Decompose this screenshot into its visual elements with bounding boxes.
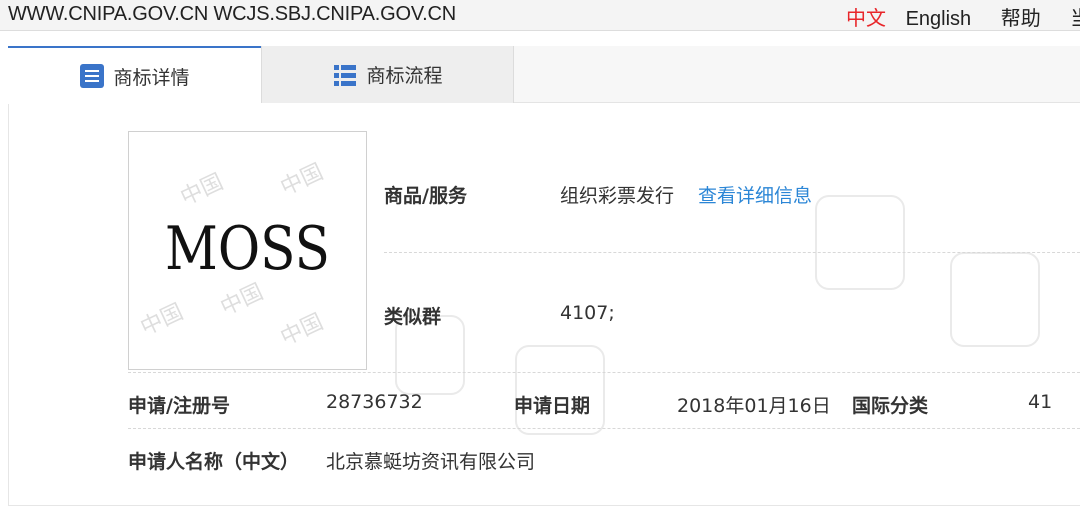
watermark-text: 中国 (276, 159, 328, 201)
top-bar: WWW.CNIPA.GOV.CN WCJS.SBJ.CNIPA.GOV.CN 中… (0, 0, 1080, 31)
row-divider (384, 252, 1080, 253)
view-details-link[interactable]: 查看详细信息 (698, 181, 812, 208)
watermark-text: 中国 (276, 309, 328, 351)
tab-label: 商标流程 (366, 65, 443, 87)
help-link[interactable]: 帮助 (1001, 2, 1041, 31)
reg-number-value: 28736732 (326, 391, 423, 413)
lang-chinese-link[interactable]: 中文 (846, 2, 886, 31)
bullet-list-icon (334, 64, 357, 86)
applicant-name-value: 北京慕蜓坊资讯有限公司 (326, 451, 536, 473)
top-links: 中文 English 帮助 当 (846, 2, 1080, 31)
lang-english-link[interactable]: English (906, 8, 972, 31)
watermark-stamp (950, 252, 1040, 347)
truncated-link[interactable]: 当 (1070, 2, 1080, 31)
reg-number-label: 申请/注册号 (128, 395, 230, 417)
row-divider (128, 428, 1080, 429)
intl-class-value: 41 (1028, 391, 1053, 413)
apply-date-label: 申请日期 (514, 395, 591, 417)
trademark-word: MOSS (165, 214, 330, 284)
applicant-name-label: 申请人名称（中文） (128, 451, 300, 473)
watermark-stamp (515, 345, 605, 435)
apply-date-value: 2018年01月16日 (677, 395, 831, 417)
similar-group-value: 4107; (560, 302, 615, 324)
goods-services-value: 组织彩票发行 (560, 185, 675, 207)
site-addresses[interactable]: WWW.CNIPA.GOV.CN WCJS.SBJ.CNIPA.GOV.CN (8, 3, 456, 26)
watermark-text: 中国 (136, 299, 188, 341)
trademark-image: 中国 中国 中国 中国 中国 MOSS (128, 131, 367, 370)
intl-class-label: 国际分类 (852, 395, 929, 417)
row-divider (128, 372, 1080, 373)
tab-trademark-details[interactable]: 商标详情 (8, 46, 261, 104)
watermark-text: 中国 (176, 169, 228, 211)
tab-trademark-process[interactable]: 商标流程 (261, 46, 514, 103)
document-list-icon (80, 64, 105, 88)
watermark-stamp (815, 195, 905, 290)
tab-label: 商标详情 (113, 66, 190, 89)
goods-services-label: 商品/服务 (384, 185, 467, 207)
similar-group-label: 类似群 (384, 306, 442, 328)
